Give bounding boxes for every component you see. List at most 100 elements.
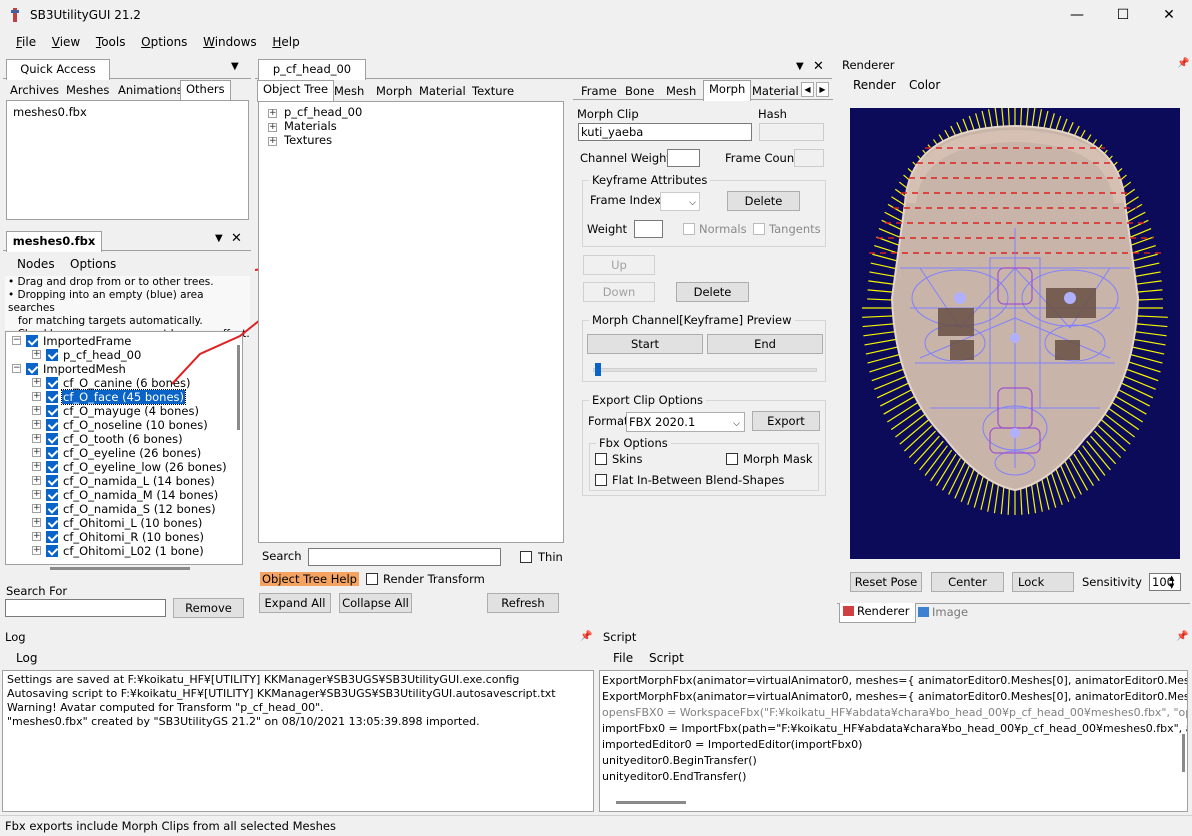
menu-color[interactable]: Color xyxy=(909,78,940,92)
pin-icon[interactable]: 📌 xyxy=(1177,58,1189,69)
tree-node-label[interactable]: cf_Ohitomi_R (10 bones) xyxy=(62,530,205,544)
tab-material-prop[interactable]: Material xyxy=(747,83,804,102)
morph-clip-input[interactable]: kuti_yaeba xyxy=(578,123,752,141)
tab-morph[interactable]: Morph xyxy=(371,83,417,102)
dropdown-arrow-icon[interactable]: ▼ xyxy=(215,233,223,244)
menu-render[interactable]: Render xyxy=(853,78,896,92)
pin-icon[interactable]: 📌 xyxy=(1176,631,1188,642)
minimize-button[interactable]: — xyxy=(1054,0,1100,31)
flat-blend-shapes-checkbox[interactable] xyxy=(595,474,607,486)
menu-log[interactable]: Log xyxy=(16,651,37,665)
script-output[interactable]: ExportMorphFbx(animator=virtualAnimator0… xyxy=(599,670,1188,812)
maximize-button[interactable]: ☐ xyxy=(1100,0,1146,31)
menu-windows[interactable]: Windows xyxy=(197,31,263,53)
hash-input[interactable] xyxy=(759,123,824,141)
tree-checkbox[interactable] xyxy=(26,335,38,347)
tab-image[interactable]: Image xyxy=(913,604,973,623)
tree-row[interactable]: + cf_Ohitomi_L02 (1 bone) xyxy=(32,544,242,558)
tab-mesh[interactable]: Mesh xyxy=(329,83,369,102)
tab-texture[interactable]: Texture xyxy=(467,83,519,102)
tree-checkbox[interactable] xyxy=(46,433,58,445)
tree-node[interactable]: Textures xyxy=(284,133,332,147)
tree-checkbox[interactable] xyxy=(46,391,58,403)
center-button[interactable]: Center xyxy=(931,572,1004,592)
expand-icon[interactable]: + xyxy=(32,378,41,387)
menu-nodes[interactable]: Nodes xyxy=(17,257,55,271)
tree-row[interactable]: + cf_O_namida_L (14 bones) xyxy=(32,474,242,488)
skins-checkbox[interactable] xyxy=(595,453,607,465)
tree-row[interactable]: + cf_O_eyeline_low (26 bones) xyxy=(32,460,242,474)
quick-access-tab[interactable]: Quick Access xyxy=(6,59,110,80)
preview-slider-thumb[interactable] xyxy=(595,363,601,376)
menu-options[interactable]: Options xyxy=(135,31,193,53)
delete-button[interactable]: Delete xyxy=(676,282,749,302)
menu-view[interactable]: View xyxy=(46,31,86,53)
expand-icon[interactable]: + xyxy=(32,490,41,499)
meshes-file-tab[interactable]: meshes0.fbx xyxy=(6,231,102,252)
morph-mask-checkbox[interactable] xyxy=(726,453,738,465)
expand-icon[interactable]: + xyxy=(32,350,41,359)
log-output[interactable]: Settings are saved at F:¥koikatu_HF¥[UTI… xyxy=(2,670,594,812)
down-button[interactable]: Down xyxy=(583,282,655,302)
search-for-input[interactable] xyxy=(5,599,166,617)
tree-checkbox[interactable] xyxy=(46,447,58,459)
script-hscroll-thumb[interactable] xyxy=(616,801,686,804)
menu-tools[interactable]: Tools xyxy=(90,31,132,53)
menu-options-local[interactable]: Options xyxy=(70,257,116,271)
tree-checkbox[interactable] xyxy=(26,363,38,375)
tree-node-label[interactable]: cf_O_tooth (6 bones) xyxy=(62,432,184,446)
end-button[interactable]: End xyxy=(707,334,823,354)
tree-node-label[interactable]: cf_Ohitomi_L02 (1 bone) xyxy=(62,544,205,558)
frame-index-select[interactable]: ⌵ xyxy=(660,192,700,211)
dropdown-arrow-icon[interactable]: ▼ xyxy=(231,61,239,72)
tab-morph-prop[interactable]: Morph xyxy=(703,80,752,101)
keyframe-delete-button[interactable]: Delete xyxy=(727,191,800,211)
thin-checkbox[interactable] xyxy=(520,551,532,563)
close-button[interactable]: ✕ xyxy=(1146,0,1192,31)
expand-icon[interactable]: + xyxy=(268,123,277,132)
expand-icon[interactable]: + xyxy=(32,420,41,429)
expand-icon[interactable]: + xyxy=(32,532,41,541)
tree-node-label[interactable]: cf_O_namida_M (14 bones) xyxy=(62,488,219,502)
tab-frame[interactable]: Frame xyxy=(576,83,622,102)
channel-weight-input[interactable] xyxy=(667,149,700,167)
tree-row[interactable]: + cf_Ohitomi_L (10 bones) xyxy=(32,516,242,530)
scroll-right-icon[interactable]: ▶ xyxy=(816,82,829,97)
others-list[interactable]: meshes0.fbx xyxy=(6,100,249,220)
tree-node[interactable]: p_cf_head_00 xyxy=(284,105,362,119)
remove-button[interactable]: Remove xyxy=(173,598,244,618)
tree-checkbox[interactable] xyxy=(46,419,58,431)
doc-tab-p-cf-head-00[interactable]: p_cf_head_00 xyxy=(258,59,366,80)
collapse-icon[interactable]: − xyxy=(12,336,21,345)
script-vscroll-thumb[interactable] xyxy=(1182,734,1185,772)
tree-checkbox[interactable] xyxy=(46,405,58,417)
tree-node-label[interactable]: p_cf_head_00 xyxy=(62,348,142,362)
expand-icon[interactable]: + xyxy=(32,546,41,555)
tab-animations[interactable]: Animations xyxy=(113,82,188,101)
menu-help[interactable]: Help xyxy=(266,31,305,53)
collapse-icon[interactable]: − xyxy=(12,364,21,373)
list-item[interactable]: meshes0.fbx xyxy=(13,105,87,119)
tree-node-label[interactable]: cf_O_namida_L (14 bones) xyxy=(62,474,216,488)
menu-script-script[interactable]: Script xyxy=(649,651,684,665)
tree-node[interactable]: Materials xyxy=(284,119,337,133)
tab-meshes[interactable]: Meshes xyxy=(61,82,114,101)
object-tree-help[interactable]: Object Tree Help xyxy=(260,572,359,586)
tree-node-label[interactable]: ImportedFrame xyxy=(42,334,132,348)
preview-slider-track[interactable] xyxy=(593,368,817,372)
refresh-button[interactable]: Refresh xyxy=(487,593,559,613)
tab-bone[interactable]: Bone xyxy=(620,83,659,102)
reset-pose-button[interactable]: Reset Pose xyxy=(850,572,922,592)
tree-node-label[interactable]: ImportedMesh xyxy=(42,362,127,376)
tree-node-label[interactable]: cf_O_mayuge (4 bones) xyxy=(62,404,200,418)
tree-checkbox[interactable] xyxy=(46,377,58,389)
tab-archives[interactable]: Archives xyxy=(5,82,64,101)
tree-checkbox[interactable] xyxy=(46,545,58,557)
expand-icon[interactable]: + xyxy=(32,462,41,471)
pin-icon[interactable]: 📌 xyxy=(580,631,592,642)
expand-icon[interactable]: + xyxy=(32,448,41,457)
format-select[interactable]: FBX 2020.1 ⌵ xyxy=(626,412,745,432)
frame-count-input[interactable] xyxy=(794,149,824,167)
menu-script-file[interactable]: File xyxy=(613,651,633,665)
tree-checkbox[interactable] xyxy=(46,489,58,501)
